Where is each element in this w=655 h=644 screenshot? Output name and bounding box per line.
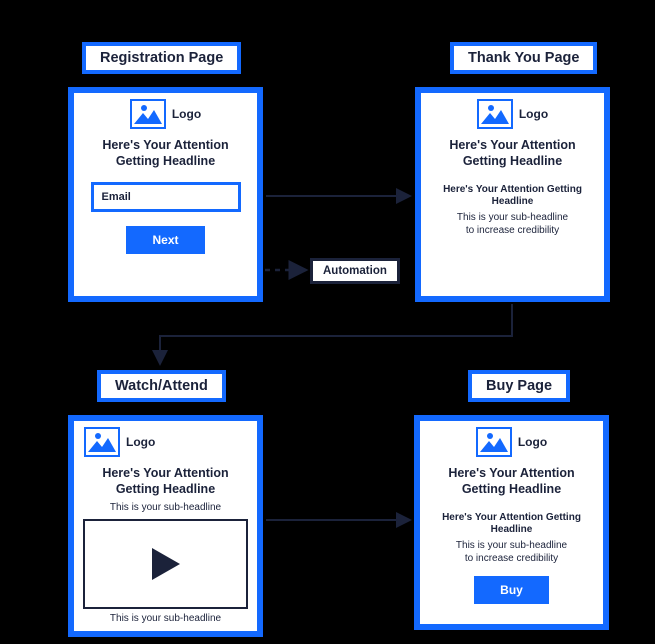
video-player[interactable] <box>83 519 248 609</box>
logo-icon <box>477 99 513 129</box>
title-watch: Watch/Attend <box>97 370 226 402</box>
subheadline-bottom: This is your sub-headline <box>82 613 249 624</box>
headline: Here's Your Attention Getting Headline <box>82 465 249 498</box>
logo-row: Logo <box>82 99 249 129</box>
email-field[interactable]: Email <box>91 182 241 212</box>
logo-label: Logo <box>172 107 201 121</box>
card-thankyou: Logo Here's Your Attention Getting Headl… <box>415 87 610 302</box>
headline: Here's Your Attention Getting Headline <box>428 465 595 498</box>
play-icon <box>152 548 180 580</box>
title-thankyou: Thank You Page <box>450 42 597 74</box>
logo-label: Logo <box>518 435 547 449</box>
logo-label: Logo <box>126 435 155 449</box>
card-registration: Logo Here's Your Attention Getting Headl… <box>68 87 263 302</box>
logo-icon <box>130 99 166 129</box>
logo-row: Logo <box>428 427 595 457</box>
subheadline: This is your sub-headline to increase cr… <box>428 539 595 566</box>
subheadline-top: This is your sub-headline <box>82 502 249 513</box>
card-buy: Logo Here's Your Attention Getting Headl… <box>414 415 609 630</box>
headline2: Here's Your Attention Getting Headline <box>428 512 595 537</box>
title-registration: Registration Page <box>82 42 241 74</box>
logo-row: Logo <box>429 99 596 129</box>
subheadline: This is your sub-headline to increase cr… <box>429 211 596 238</box>
logo-icon <box>84 427 120 457</box>
logo-row: Logo <box>82 427 249 457</box>
card-watch: Logo Here's Your Attention Getting Headl… <box>68 415 263 637</box>
buy-button[interactable]: Buy <box>474 576 549 604</box>
headline: Here's Your Attention Getting Headline <box>429 137 596 170</box>
next-button[interactable]: Next <box>126 226 204 254</box>
headline: Here's Your Attention Getting Headline <box>82 137 249 170</box>
automation-badge: Automation <box>310 258 400 284</box>
funnel-diagram: Registration Page Thank You Page Watch/A… <box>0 0 655 644</box>
logo-icon <box>476 427 512 457</box>
title-buy: Buy Page <box>468 370 570 402</box>
logo-label: Logo <box>519 107 548 121</box>
headline2: Here's Your Attention Getting Headline <box>429 184 596 209</box>
